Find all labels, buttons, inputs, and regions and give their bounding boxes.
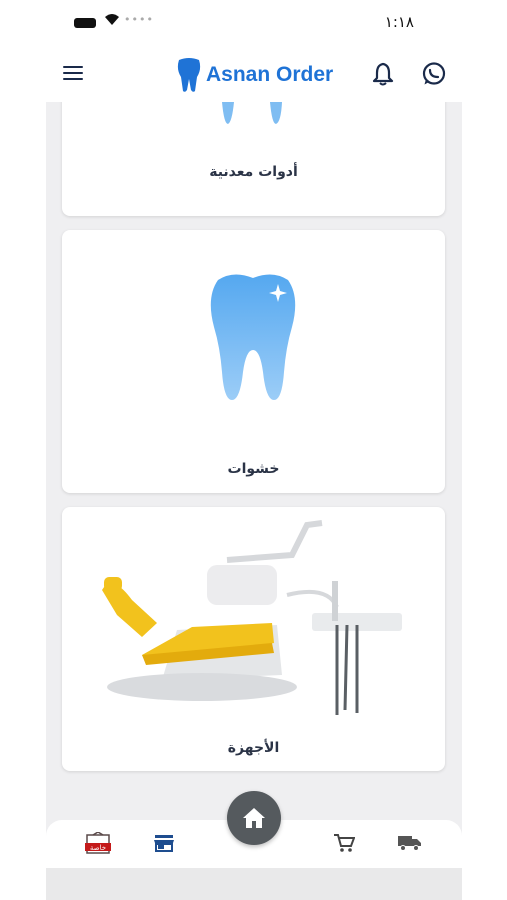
tooth-icon: [222, 102, 282, 124]
status-time: ١:١٨: [384, 13, 414, 31]
category-card-dentures[interactable]: خشوات: [62, 230, 445, 493]
menu-icon[interactable]: [63, 66, 83, 82]
tooth-logo-icon: [177, 58, 201, 92]
truck-icon[interactable]: [398, 835, 422, 855]
category-card-metal-tools[interactable]: أدوات معدنية: [62, 102, 445, 216]
app-bar: Asnan Order: [46, 46, 462, 102]
category-card-devices[interactable]: الأجهزة: [62, 507, 445, 771]
whatsapp-icon[interactable]: [421, 61, 447, 91]
cart-icon[interactable]: [333, 833, 356, 857]
app-logo: Asnan Order: [176, 55, 333, 95]
tooth-icon: [210, 274, 296, 400]
gesture-area: [46, 868, 462, 900]
battery-icon: [74, 18, 96, 28]
app-title: Asnan Order: [206, 63, 334, 86]
store-badge-icon[interactable]: خاصة: [84, 831, 112, 860]
category-label: خشوات: [227, 461, 280, 477]
wifi-icon: [104, 12, 120, 30]
phone-screen: •••• ١:١٨ Asnan Order أدوات معدنية خشوات…: [46, 0, 462, 900]
home-icon: [243, 808, 265, 828]
status-bar: •••• ١:١٨: [46, 0, 462, 46]
dental-chair-image: [102, 520, 402, 715]
bell-icon[interactable]: [372, 62, 394, 90]
shop-icon[interactable]: [154, 834, 174, 856]
signal-icon: ••••: [124, 13, 154, 26]
category-label: الأجهزة: [227, 740, 280, 756]
home-button[interactable]: [227, 791, 281, 845]
category-list[interactable]: أدوات معدنية خشوات الأجهزة: [46, 102, 462, 820]
category-label: أدوات معدنية: [209, 164, 298, 180]
store-badge-text: خاصة: [90, 844, 106, 852]
